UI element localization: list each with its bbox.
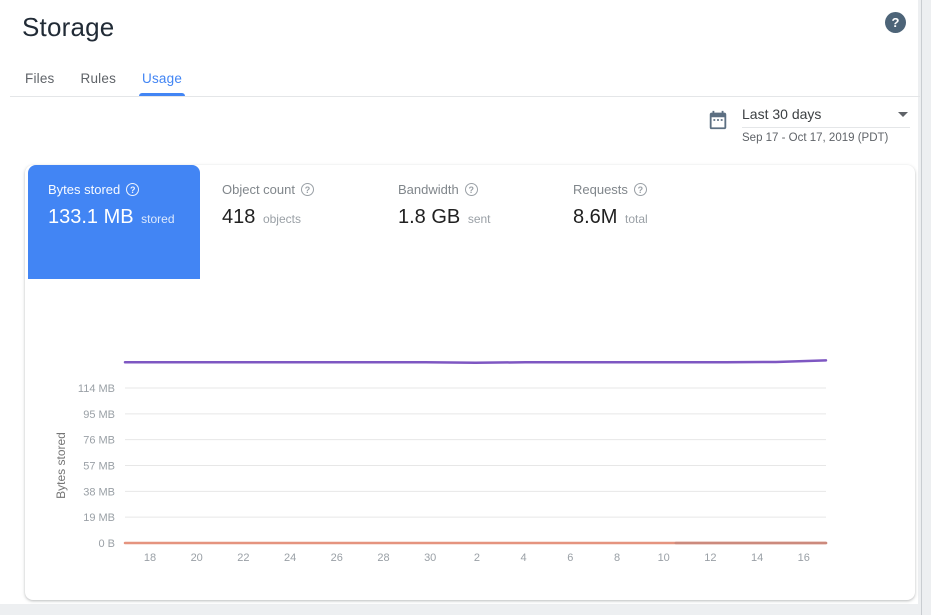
svg-text:22: 22 (237, 552, 249, 564)
svg-text:6: 6 (567, 552, 573, 564)
svg-text:19 MB: 19 MB (83, 512, 115, 524)
stat-help-icon[interactable]: ? (465, 183, 478, 196)
svg-text:28: 28 (377, 552, 389, 564)
tabs-divider (10, 96, 920, 97)
help-button[interactable]: ? (885, 12, 906, 33)
svg-text:4: 4 (521, 552, 527, 564)
help-icon: ? (892, 15, 900, 30)
stat-object-count-label: Object count (222, 182, 295, 197)
stat-object-count[interactable]: Object count ? 418 objects (222, 182, 314, 229)
stat-help-icon[interactable]: ? (301, 183, 314, 196)
svg-text:18: 18 (144, 552, 156, 564)
tab-files[interactable]: Files (12, 62, 68, 96)
svg-text:114 MB: 114 MB (78, 383, 115, 395)
line-chart: 0 B19 MB38 MB57 MB76 MB95 MB114 MB182022… (25, 315, 915, 580)
usage-card: Bytes stored ? 133.1 MB stored Object co… (25, 165, 915, 600)
svg-text:38 MB: 38 MB (83, 486, 115, 498)
svg-text:8: 8 (614, 552, 620, 564)
svg-text:20: 20 (191, 552, 203, 564)
page-header: Storage (22, 12, 918, 52)
stat-requests-value: 8.6M (573, 206, 617, 228)
bytes-stored-chart: 0 B19 MB38 MB57 MB76 MB95 MB114 MB182022… (25, 315, 915, 580)
stat-requests-label: Requests (573, 182, 628, 197)
stat-bandwidth-unit: sent (468, 212, 491, 226)
chevron-down-icon (898, 112, 908, 117)
date-range-text: Last 30 days Sep 17 - Oct 17, 2019 (PDT) (742, 106, 910, 144)
svg-text:95 MB: 95 MB (83, 409, 115, 421)
tab-usage[interactable]: Usage (129, 62, 195, 96)
svg-text:16: 16 (798, 552, 810, 564)
calendar-icon (707, 109, 729, 131)
svg-text:12: 12 (704, 552, 716, 564)
stat-bandwidth-value: 1.8 GB (398, 206, 460, 228)
tab-bar: Files Rules Usage (12, 62, 195, 96)
storage-page: Storage ? Files Rules Usage Last 30 days… (0, 0, 918, 604)
svg-text:30: 30 (424, 552, 436, 564)
tab-rules[interactable]: Rules (68, 62, 130, 96)
stat-bytes-stored-unit: stored (141, 212, 174, 226)
stat-bytes-stored[interactable]: Bytes stored ? 133.1 MB stored (28, 165, 200, 279)
svg-text:26: 26 (331, 552, 343, 564)
stat-object-count-value: 418 (222, 206, 255, 228)
svg-text:10: 10 (658, 552, 670, 564)
svg-text:24: 24 (284, 552, 296, 564)
svg-text:2: 2 (474, 552, 480, 564)
page-title: Storage (22, 12, 918, 43)
stat-help-icon[interactable]: ? (126, 183, 139, 196)
page-edge (921, 0, 922, 615)
svg-text:57 MB: 57 MB (83, 461, 115, 473)
date-range-label: Last 30 days (742, 106, 821, 122)
stat-bytes-stored-label: Bytes stored (48, 182, 120, 197)
date-range-picker[interactable]: Last 30 days Sep 17 - Oct 17, 2019 (PDT) (707, 106, 910, 144)
stat-bandwidth-label: Bandwidth (398, 182, 459, 197)
svg-text:76 MB: 76 MB (83, 435, 115, 447)
stat-object-count-unit: objects (263, 212, 301, 226)
svg-text:14: 14 (751, 552, 763, 564)
svg-text:0 B: 0 B (98, 538, 115, 550)
stat-help-icon[interactable]: ? (634, 183, 647, 196)
date-range-detail: Sep 17 - Oct 17, 2019 (PDT) (742, 132, 910, 144)
stat-requests[interactable]: Requests ? 8.6M total (573, 182, 648, 229)
stat-bytes-stored-value: 133.1 MB (48, 206, 134, 228)
stat-bandwidth[interactable]: Bandwidth ? 1.8 GB sent (398, 182, 491, 229)
stat-requests-unit: total (625, 212, 648, 226)
svg-text:Bytes stored: Bytes stored (54, 432, 68, 499)
